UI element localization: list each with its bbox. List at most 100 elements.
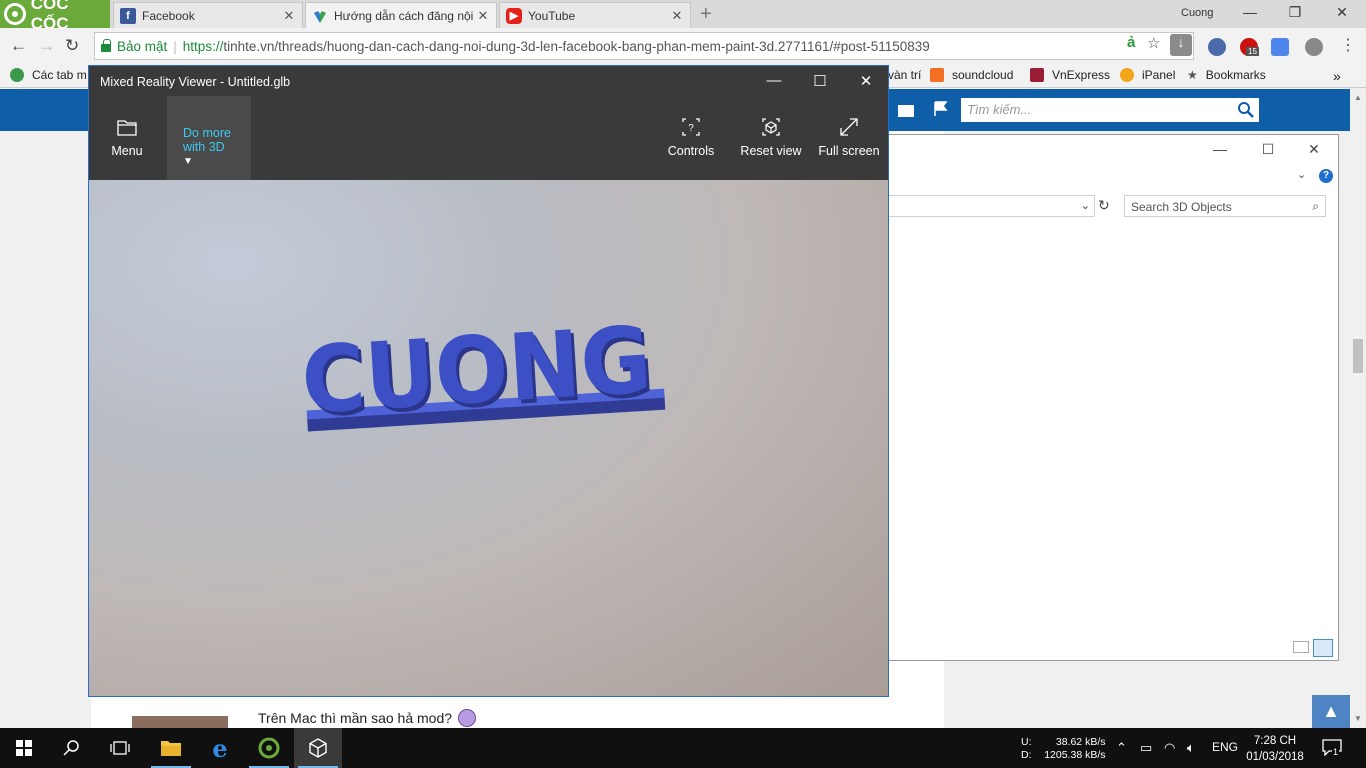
bookmark-vnexpress[interactable]: VnExpress — [1030, 68, 1110, 82]
search-icon[interactable] — [1236, 100, 1256, 120]
translate-icon[interactable]: ả — [1127, 34, 1135, 51]
large-icons-view-icon[interactable] — [1313, 639, 1333, 657]
chevron-up-icon[interactable]: ⌃ — [1116, 740, 1127, 756]
extension-icon[interactable] — [1305, 38, 1323, 56]
tab-tinhte[interactable]: Hướng dẫn cách đăng nội ✕ — [305, 2, 497, 28]
scroll-down-icon[interactable]: ▼ — [1354, 714, 1362, 723]
mail-icon[interactable] — [898, 105, 914, 117]
facebook-icon: f — [120, 7, 136, 24]
help-icon[interactable]: ? — [1319, 169, 1333, 183]
tab-youtube[interactable]: ▶ YouTube ✕ — [499, 2, 691, 28]
address-bar[interactable]: Bảo mật | https:// tinhte.vn/threads/huo… — [94, 32, 1194, 60]
coccoc-icon — [258, 737, 280, 759]
maximize-button[interactable]: ☐ — [1253, 141, 1283, 158]
maximize-button[interactable]: ☐ — [805, 72, 835, 92]
bookmark-folder[interactable]: ★ Bookmarks — [1187, 68, 1266, 82]
address-path[interactable]: ⌄ — [889, 195, 1095, 217]
bookmarks-more[interactable]: » — [1333, 68, 1341, 84]
menu-icon[interactable]: ⋮ — [1340, 35, 1356, 55]
notification-count: 1 — [1332, 747, 1340, 757]
close-button[interactable]: ✕ — [1299, 141, 1329, 158]
close-icon[interactable]: ✕ — [282, 8, 296, 24]
minimize-button[interactable]: — — [759, 72, 789, 92]
browser-tab-strip: CỐC CỐC f Facebook ✕ Hướng dẫn cách đăng… — [0, 0, 1366, 33]
3d-canvas[interactable]: CUONG CUONG — [89, 180, 888, 696]
menu-button[interactable]: Menu — [101, 96, 153, 180]
tinhte-icon — [312, 8, 328, 24]
close-button[interactable]: ✕ — [851, 72, 881, 92]
bookmark-label: soundcloud — [952, 68, 1014, 82]
coccoc-taskbar-button[interactable] — [245, 728, 293, 768]
forward-button[interactable]: → — [38, 36, 55, 56]
bookmark-apps[interactable]: Các tab m — [10, 68, 87, 82]
extension-icon[interactable] — [1208, 38, 1226, 56]
3d-model[interactable]: CUONG CUONG — [89, 180, 888, 696]
tab-label: YouTube — [528, 8, 576, 23]
3d-cube-icon — [309, 738, 327, 758]
language-indicator[interactable]: ENG — [1212, 740, 1238, 754]
full-screen-button[interactable]: Full screen — [817, 96, 881, 180]
back-button[interactable]: ← — [10, 36, 27, 56]
close-icon[interactable]: ✕ — [476, 8, 490, 24]
edge-icon: e — [212, 733, 228, 763]
task-view-button[interactable] — [96, 728, 144, 768]
bookmark-ipanel[interactable]: iPanel — [1120, 68, 1175, 82]
close-icon[interactable]: ✕ — [670, 8, 684, 24]
full-screen-icon — [840, 118, 858, 136]
back-to-top-button[interactable]: ▲ — [1312, 695, 1350, 728]
bookmark-soundcloud[interactable]: soundcloud — [930, 68, 1013, 82]
mixed-reality-viewer-taskbar-button[interactable] — [294, 728, 342, 768]
do-more-with-3d-button[interactable]: Do more with 3D ▼ — [167, 96, 251, 180]
page-scrollbar[interactable]: ▲ ▼ — [1350, 89, 1366, 728]
explorer-search-input[interactable]: Search 3D Objects ⌕ — [1124, 195, 1326, 217]
url-text: tinhte.vn/threads/huong-dan-cach-dang-no… — [223, 38, 930, 54]
action-center-button[interactable]: 1 — [1322, 738, 1344, 758]
profile-name[interactable]: Cuong — [1181, 7, 1213, 19]
start-button[interactable] — [0, 728, 48, 768]
google-translate-icon[interactable] — [1271, 38, 1289, 56]
do-more-label-2: with 3D — [183, 140, 225, 154]
file-explorer-window: — ☐ ✕ ⌄ ? ⌄ ↻ Search 3D Objects ⌕ — [888, 134, 1339, 661]
site-search-input[interactable]: Tìm kiếm... — [960, 97, 1260, 123]
emoji-icon — [458, 709, 477, 727]
bookmark-partial[interactable]: vàn trí — [888, 68, 921, 82]
tab-label: Hướng dẫn cách đăng nội — [334, 8, 474, 23]
scroll-up-icon[interactable]: ▲ — [1354, 93, 1362, 102]
search-placeholder: Search 3D Objects — [1131, 200, 1232, 214]
download-icon[interactable]: ↓ — [1170, 34, 1192, 56]
tab-facebook[interactable]: f Facebook ✕ — [113, 2, 303, 28]
reset-view-button[interactable]: Reset view — [739, 96, 803, 180]
controls-button[interactable]: ? Controls — [665, 96, 717, 180]
search-icon: ⌕ — [1312, 199, 1319, 213]
new-tab-button[interactable]: + — [700, 3, 712, 26]
ipanel-icon — [1120, 68, 1134, 82]
chevron-down-icon[interactable]: ⌄ — [1297, 168, 1306, 181]
wifi-icon[interactable]: ◠ — [1164, 740, 1175, 756]
clock[interactable]: 7:28 CH 01/03/2018 — [1244, 733, 1306, 765]
folder-icon — [161, 741, 181, 756]
bookmark-label: Bookmarks — [1205, 68, 1266, 82]
minimize-button[interactable]: — — [1205, 141, 1235, 157]
coccoc-logo[interactable]: CỐC CỐC — [0, 0, 110, 33]
details-view-icon[interactable] — [1293, 641, 1309, 653]
reload-button[interactable]: ↻ — [65, 36, 79, 56]
svg-text:?: ? — [688, 123, 694, 134]
folder-icon — [117, 120, 137, 136]
volume-icon[interactable]: 🔈︎ — [1187, 740, 1195, 756]
network-speed-meter: U: 38.62 kB/s D: 1205.38 kB/s — [1021, 736, 1106, 762]
scrollbar-thumb[interactable] — [1353, 339, 1363, 373]
search-button[interactable] — [48, 728, 96, 768]
adblock-icon[interactable]: 15 — [1240, 38, 1259, 56]
chevron-down-icon[interactable]: ⌄ — [1081, 199, 1090, 212]
battery-icon[interactable]: ▭ — [1140, 740, 1152, 756]
star-icon[interactable]: ☆ — [1147, 34, 1160, 52]
file-explorer-taskbar-button[interactable] — [147, 728, 195, 768]
edge-taskbar-button[interactable]: e — [196, 728, 244, 768]
avatar[interactable] — [132, 716, 228, 728]
refresh-icon[interactable]: ↻ — [1098, 197, 1110, 214]
flag-icon[interactable] — [934, 101, 948, 117]
download-label: D: — [1021, 749, 1032, 761]
close-button[interactable]: ✕ — [1327, 4, 1357, 21]
maximize-button[interactable]: ❐ — [1280, 4, 1310, 21]
minimize-button[interactable]: — — [1235, 4, 1265, 20]
